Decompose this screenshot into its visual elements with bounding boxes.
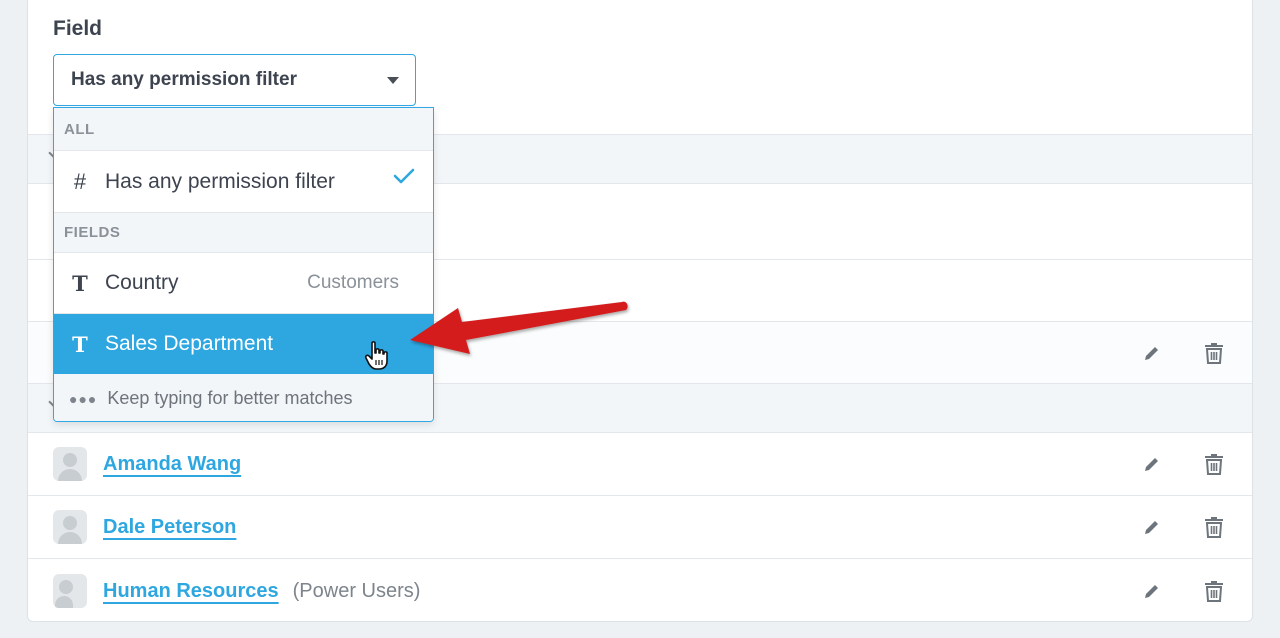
dropdown-item-country[interactable]: T Country Customers — [54, 253, 433, 314]
trash-icon[interactable] — [1202, 514, 1226, 540]
row-actions — [1140, 322, 1226, 383]
ellipsis-icon: ●●● — [69, 390, 98, 407]
dropdown-item-label: Has any permission filter — [105, 169, 335, 193]
edit-pencil-icon[interactable] — [1140, 578, 1164, 604]
edit-pencil-icon[interactable] — [1140, 340, 1164, 366]
section-all-header: ALL — [54, 108, 433, 151]
group-avatar — [53, 574, 87, 608]
hand-cursor-icon — [364, 340, 390, 377]
trash-icon[interactable] — [1202, 578, 1226, 604]
caret-down-icon — [387, 77, 399, 84]
avatar — [53, 447, 87, 481]
member-link[interactable]: Amanda Wang — [103, 453, 241, 476]
row-actions — [1140, 559, 1226, 621]
dropdown-item-has-any-permission-filter[interactable]: # Has any permission filter — [54, 151, 433, 213]
edit-pencil-icon[interactable] — [1140, 514, 1164, 540]
dropdown-hint: ●●● Keep typing for better matches — [54, 374, 433, 421]
dropdown-item-table: Customers — [307, 272, 399, 293]
section-fields-header: FIELDS — [54, 213, 433, 253]
text-type-icon: T — [72, 270, 88, 296]
row-actions — [1140, 496, 1226, 558]
edit-pencil-icon[interactable] — [1140, 451, 1164, 477]
text-type-icon: T — [72, 331, 88, 357]
trash-icon[interactable] — [1202, 451, 1226, 477]
member-row: Human Resources (Power Users) — [28, 558, 1252, 621]
member-note: (Power Users) — [292, 579, 421, 602]
member-link[interactable]: Dale Peterson — [103, 516, 236, 539]
trash-icon[interactable] — [1202, 340, 1226, 366]
checkmark-icon — [393, 167, 415, 191]
dropdown-item-label: Country — [105, 271, 179, 294]
member-row: Dale Peterson — [28, 495, 1252, 558]
field-label: Field — [53, 17, 103, 40]
annotation-arrow — [400, 290, 640, 375]
avatar — [53, 510, 87, 544]
field-select[interactable]: Has any permission filter — [53, 54, 416, 106]
row-actions — [1140, 433, 1226, 495]
member-link[interactable]: Human Resources — [103, 580, 279, 603]
dropdown-item-label: Sales Department — [105, 332, 274, 355]
dropdown-hint-text: Keep typing for better matches — [107, 388, 353, 408]
hash-icon: # — [73, 168, 87, 194]
field-select-value: Has any permission filter — [71, 69, 297, 90]
member-row: Amanda Wang — [28, 432, 1252, 495]
